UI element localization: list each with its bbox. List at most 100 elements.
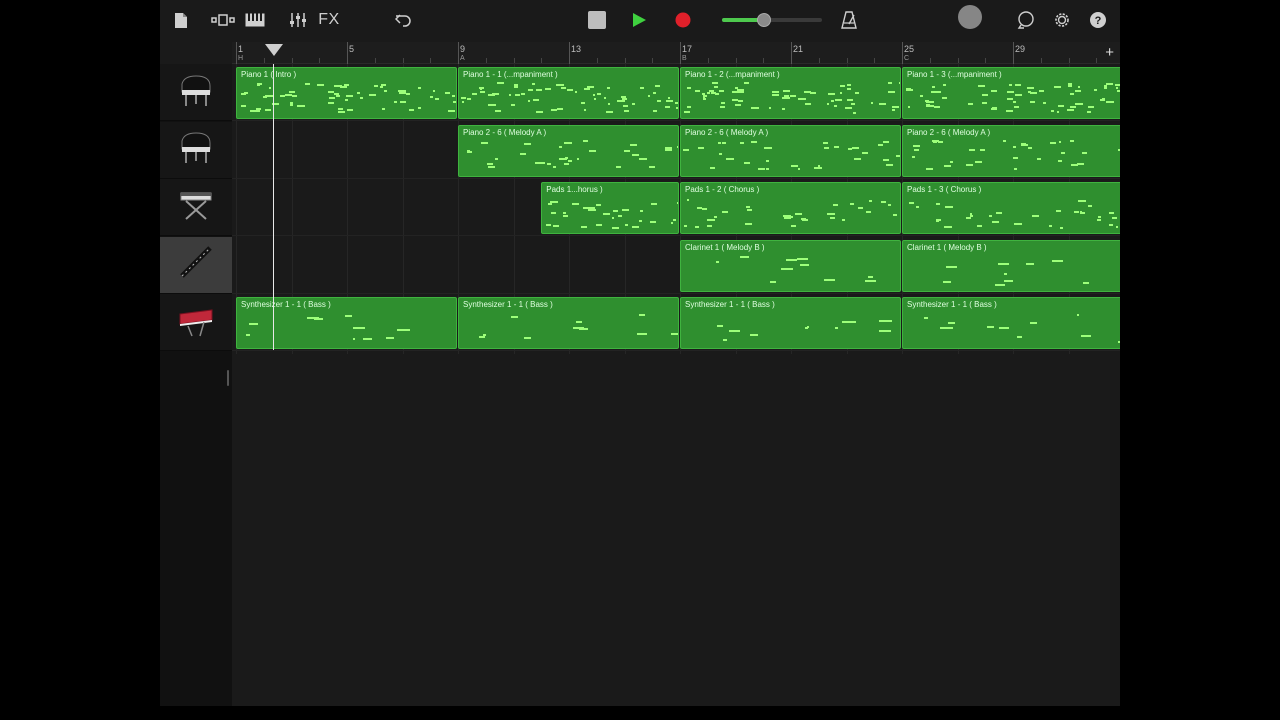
midi-note bbox=[845, 107, 852, 110]
midi-note bbox=[1112, 217, 1117, 220]
touch-circle-icon bbox=[958, 5, 982, 29]
midi-note bbox=[647, 95, 651, 98]
midi-note bbox=[1009, 83, 1013, 86]
section-marker[interactable]: H bbox=[238, 55, 243, 62]
midi-note bbox=[1115, 84, 1120, 87]
midi-note bbox=[624, 223, 628, 226]
midi-note bbox=[718, 142, 722, 145]
midi-notes bbox=[683, 312, 898, 344]
midi-note bbox=[640, 87, 645, 90]
midi-note bbox=[734, 103, 741, 106]
midi-note bbox=[670, 221, 674, 224]
midi-note bbox=[602, 213, 610, 216]
track-lane-clarinet[interactable]: Clarinet 1 ( Melody B ) Clarinet 1 ( Melo… bbox=[232, 237, 1120, 294]
midi-note bbox=[668, 100, 673, 103]
midi-note bbox=[716, 260, 719, 263]
master-volume-knob[interactable] bbox=[757, 13, 771, 27]
settings-button[interactable] bbox=[1052, 8, 1072, 32]
region[interactable]: Piano 1 - 3 (...mpaniment ) bbox=[902, 67, 1120, 119]
keyboard-button[interactable] bbox=[244, 8, 266, 32]
midi-note bbox=[1078, 200, 1086, 203]
midi-note bbox=[1069, 140, 1075, 143]
record-button[interactable] bbox=[674, 8, 692, 32]
metronome-button[interactable] bbox=[839, 8, 859, 32]
section-marker[interactable]: B bbox=[682, 55, 687, 62]
region[interactable]: Piano 2 - 6 ( Melody A ) bbox=[680, 124, 901, 177]
region[interactable]: Piano 1 - 2 (...mpaniment ) bbox=[680, 67, 901, 119]
fx-button[interactable]: FX bbox=[316, 8, 342, 32]
midi-note bbox=[655, 85, 660, 88]
midi-note bbox=[898, 82, 900, 85]
midi-note bbox=[1105, 101, 1114, 104]
region[interactable]: Synthesizer 1 - 1 ( Bass ) bbox=[236, 297, 457, 350]
midi-note bbox=[981, 101, 988, 104]
region[interactable]: Synthesizer 1 - 1 ( Bass ) bbox=[680, 297, 901, 350]
ruler-sub-tick bbox=[1068, 58, 1070, 63]
timeline-ruler[interactable]: 15913172125293337414549535761HABCDEFG + bbox=[232, 42, 1120, 64]
track-header-pads[interactable] bbox=[160, 179, 232, 237]
region[interactable]: Pads 1 - 2 ( Chorus ) bbox=[680, 182, 901, 235]
midi-note bbox=[262, 96, 268, 99]
region[interactable]: Clarinet 1 ( Melody B ) bbox=[680, 239, 901, 292]
help-icon: ? bbox=[1090, 12, 1106, 28]
midi-note bbox=[987, 325, 994, 328]
master-volume-slider[interactable] bbox=[722, 18, 822, 22]
midi-note bbox=[513, 85, 518, 88]
region[interactable]: Piano 1 ( Intro ) bbox=[236, 67, 457, 119]
my-songs-button[interactable] bbox=[172, 8, 190, 32]
region-label: Piano 1 - 1 (...mpaniment ) bbox=[463, 70, 558, 79]
region[interactable]: Piano 2 - 6 ( Melody A ) bbox=[458, 124, 679, 177]
midi-note bbox=[1056, 210, 1062, 213]
region[interactable]: Pads 1...horus ) bbox=[541, 182, 679, 235]
midi-note bbox=[783, 89, 791, 92]
midi-note bbox=[344, 83, 349, 86]
midi-note bbox=[763, 147, 772, 150]
midi-note bbox=[665, 99, 669, 102]
stop-button[interactable] bbox=[588, 11, 606, 29]
midi-note bbox=[1051, 109, 1055, 112]
playhead-handle[interactable] bbox=[265, 44, 283, 56]
browser-button[interactable] bbox=[210, 8, 236, 32]
track-header-synthesizer[interactable] bbox=[160, 294, 232, 352]
region[interactable]: Synthesizer 1 - 1 ( Bass ) bbox=[902, 297, 1120, 350]
region[interactable]: Synthesizer 1 - 1 ( Bass ) bbox=[458, 297, 679, 350]
sliders-icon bbox=[290, 13, 306, 27]
track-header-piano-2[interactable] bbox=[160, 121, 232, 179]
midi-note bbox=[912, 156, 915, 159]
track-lane-synthesizer[interactable]: Synthesizer 1 - 1 ( Bass ) Synthesizer 1 … bbox=[232, 294, 1120, 352]
add-section-button[interactable]: + bbox=[1105, 44, 1114, 61]
section-marker[interactable]: C bbox=[904, 55, 909, 62]
track-header-piano[interactable] bbox=[160, 64, 232, 121]
section-marker[interactable]: A bbox=[460, 55, 465, 62]
midi-note bbox=[827, 213, 835, 216]
midi-note bbox=[592, 93, 596, 96]
ruler-bar-number: 17 bbox=[682, 44, 693, 54]
midi-note bbox=[925, 168, 933, 171]
midi-note bbox=[552, 224, 559, 227]
midi-note bbox=[1080, 211, 1086, 214]
track-lane-piano[interactable]: Piano 1 ( Intro ) Piano 1 - 1 (...mpanime… bbox=[232, 64, 1120, 121]
region[interactable]: Pads 1 - 3 ( Chorus ) bbox=[902, 182, 1120, 235]
region[interactable]: Piano 2 - 6 ( Melody A ) bbox=[902, 124, 1120, 177]
loop-browser-button[interactable] bbox=[1016, 8, 1036, 32]
grand-piano-icon bbox=[176, 70, 216, 115]
region[interactable]: Clarinet 1 ( Melody B ) bbox=[902, 239, 1120, 292]
midi-note bbox=[340, 85, 348, 88]
midi-note bbox=[834, 104, 837, 107]
undo-button[interactable] bbox=[393, 8, 413, 32]
track-lane-piano-2[interactable]: Piano 2 - 6 ( Melody A ) Piano 2 - 6 ( Me… bbox=[232, 122, 1120, 179]
ruler-bar-number: 21 bbox=[793, 44, 804, 54]
mixer-button[interactable] bbox=[288, 8, 308, 32]
track-lane-pads[interactable]: Pads 1...horus ) Pads 1 - 2 ( Chorus ) Pad… bbox=[232, 179, 1120, 237]
midi-note bbox=[887, 204, 891, 207]
track-header-clarinet[interactable] bbox=[160, 236, 232, 294]
midi-note bbox=[467, 150, 473, 153]
midi-note bbox=[926, 105, 934, 108]
midi-note bbox=[509, 93, 512, 96]
region-label: Synthesizer 1 - 1 ( Bass ) bbox=[685, 300, 775, 310]
play-button[interactable] bbox=[629, 8, 649, 32]
region[interactable]: Piano 1 - 1 (...mpaniment ) bbox=[458, 67, 679, 119]
ruler-sub-tick bbox=[735, 58, 737, 63]
header-resize-handle[interactable] bbox=[227, 370, 229, 386]
help-button[interactable]: ? bbox=[1088, 8, 1108, 32]
